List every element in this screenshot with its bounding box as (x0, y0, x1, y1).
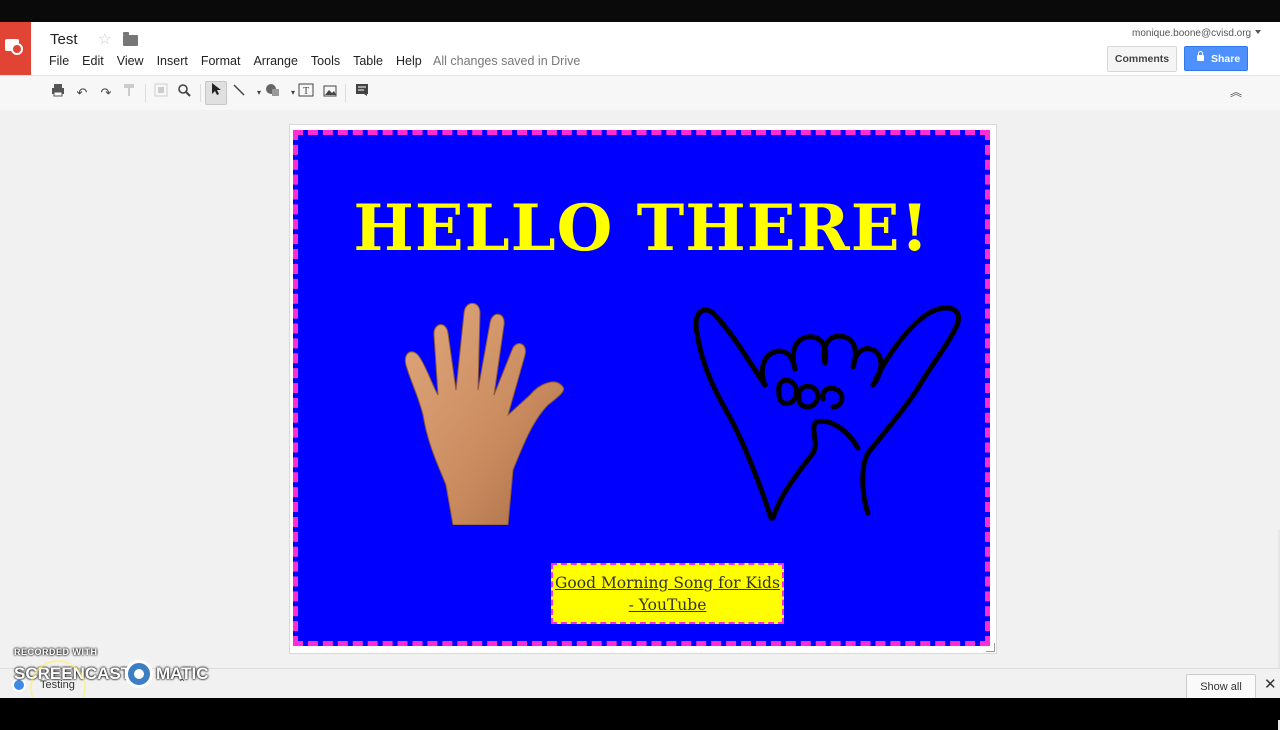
menu-insert[interactable]: Insert (157, 54, 188, 68)
textbox-icon[interactable]: T (296, 83, 316, 103)
user-email[interactable]: monique.boone@cvisd.org (1132, 28, 1251, 39)
line-icon[interactable] (229, 83, 249, 103)
shaka-hand-outline[interactable] (693, 293, 973, 523)
resize-grip[interactable] (986, 643, 995, 652)
slides-logo[interactable] (0, 22, 31, 75)
star-icon[interactable]: ☆ (98, 30, 111, 48)
slides-logo-dot (11, 43, 23, 55)
redo-icon[interactable]: ↷ (96, 83, 116, 103)
lock-icon (1197, 51, 1204, 61)
folder-icon[interactable] (123, 32, 138, 46)
screencast-logo-icon (125, 660, 153, 688)
screen-bottom-bar (0, 698, 1280, 720)
image-icon[interactable] (320, 83, 340, 103)
toolbar: ↶ ↷ ▾ ▾ T ︽ (0, 75, 1280, 111)
select-icon[interactable] (205, 81, 227, 105)
share-label: Share (1211, 53, 1241, 65)
paint-format-icon[interactable] (119, 83, 139, 103)
menu-file[interactable]: File (49, 54, 69, 68)
watermark-recorded-with: RECORDED WITH (14, 647, 98, 657)
save-status[interactable]: All changes saved in Drive (433, 54, 580, 68)
close-icon[interactable]: ✕ (1264, 677, 1277, 692)
screen-top-bar (0, 0, 1280, 22)
collapse-icon[interactable]: ︽ (1230, 83, 1242, 100)
menu-tools[interactable]: Tools (311, 54, 340, 68)
menu-view[interactable]: View (117, 54, 144, 68)
zoom-fit-icon[interactable] (151, 83, 171, 103)
slide-heading[interactable]: HELLO THERE! (298, 191, 985, 266)
toolbar-separator (200, 84, 201, 102)
svg-text:T: T (303, 86, 309, 97)
share-button[interactable]: Share (1184, 46, 1248, 71)
slides-app: Test ☆ File Edit View Insert Format Arra… (0, 22, 1280, 730)
print-icon[interactable] (48, 83, 68, 103)
menu-bar: File Edit View Insert Format Arrange Too… (49, 54, 435, 68)
shape-icon[interactable] (263, 83, 283, 103)
toolbar-separator (345, 84, 346, 102)
youtube-link[interactable]: Good Morning Song for Kids - YouTube (551, 563, 784, 624)
account-caret-icon[interactable] (1255, 30, 1261, 34)
app-header: Test ☆ File Edit View Insert Format Arra… (0, 22, 1280, 75)
show-all-button[interactable]: Show all (1186, 674, 1256, 700)
document-title[interactable]: Test (50, 31, 78, 48)
comment-icon[interactable] (352, 83, 372, 103)
menu-help[interactable]: Help (396, 54, 422, 68)
zoom-icon[interactable] (174, 83, 194, 103)
open-hand-image[interactable] (398, 295, 578, 525)
undo-icon[interactable]: ↶ (72, 83, 92, 103)
slide-canvas[interactable]: HELLO THERE! Good Morning Song for Kids … (293, 130, 990, 646)
menu-edit[interactable]: Edit (82, 54, 104, 68)
comments-button[interactable]: Comments (1107, 46, 1177, 72)
menu-arrange[interactable]: Arrange (253, 54, 297, 68)
toolbar-separator (145, 84, 146, 102)
slide-frame: HELLO THERE! Good Morning Song for Kids … (289, 124, 997, 654)
menu-format[interactable]: Format (201, 54, 241, 68)
slide-workspace: HELLO THERE! Good Morning Song for Kids … (0, 110, 1280, 730)
menu-table[interactable]: Table (353, 54, 383, 68)
watermark-matic: MATIC (156, 664, 209, 683)
